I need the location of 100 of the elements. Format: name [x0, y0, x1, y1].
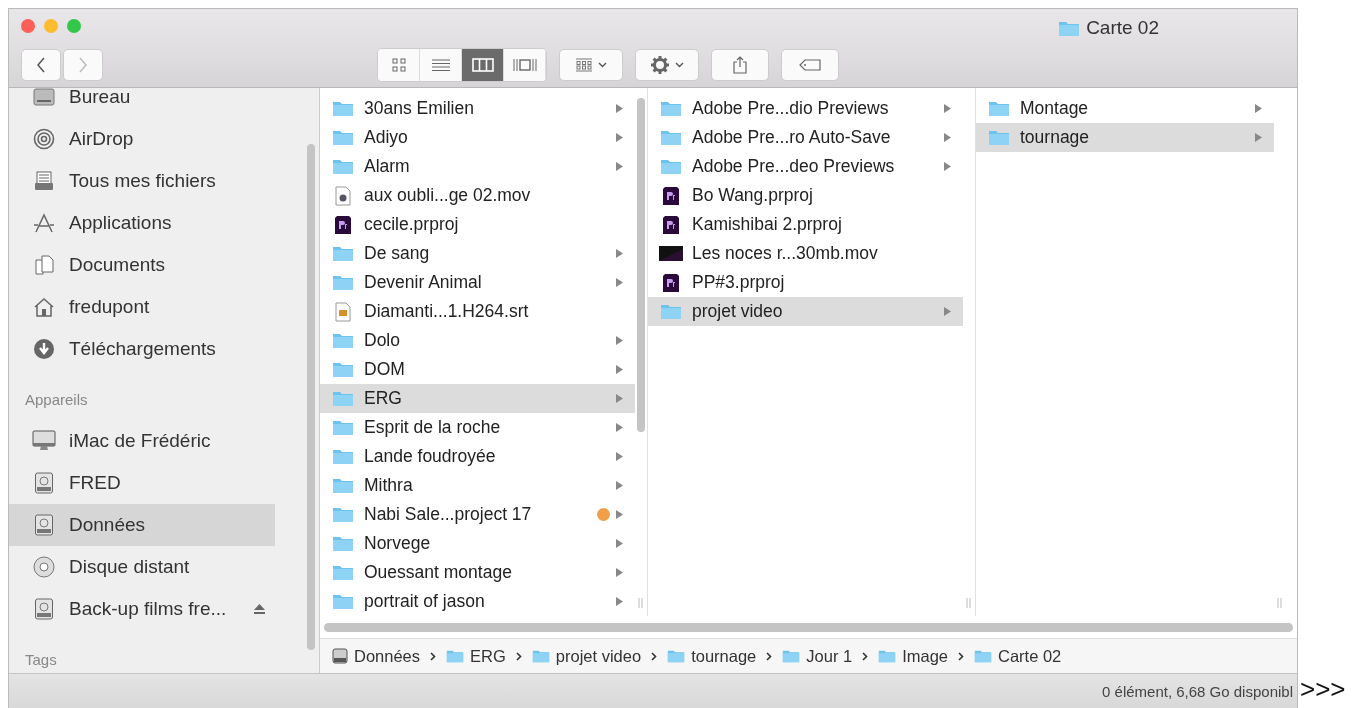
file-row[interactable]: Norvege [320, 529, 635, 558]
disclosure-arrow-icon [616, 104, 623, 113]
file-row[interactable]: Alarm [320, 152, 635, 181]
home-icon [33, 297, 55, 317]
eject-icon[interactable] [254, 604, 265, 614]
file-row[interactable]: Lande foudroyée [320, 442, 635, 471]
sidebar-item[interactable]: Téléchargements [9, 328, 275, 370]
overlay-text: >>> [1300, 674, 1346, 705]
subtitle-file-icon [335, 301, 351, 322]
disclosure-arrow-icon [616, 278, 623, 287]
tag-button[interactable] [781, 49, 839, 81]
file-row[interactable]: Dolo [320, 326, 635, 355]
file-row[interactable]: Bo Wang.prproj [648, 181, 963, 210]
applications-icon [33, 213, 55, 233]
sidebar-item[interactable]: iMac de Frédéric [9, 420, 275, 462]
path-item[interactable]: projet video [555, 646, 642, 666]
file-row[interactable]: Diamanti...1.H264.srt [320, 297, 635, 326]
file-row[interactable]: DOM [320, 355, 635, 384]
file-row[interactable]: Nabi Sale...project 17 [320, 500, 635, 529]
file-row[interactable]: ERG [320, 384, 635, 413]
scrollbar[interactable] [637, 98, 645, 432]
resize-handle-icon[interactable] [966, 598, 971, 608]
file-row[interactable]: cecile.prproj [320, 210, 635, 239]
file-row[interactable]: 30ans Emilien [320, 94, 635, 123]
close-button[interactable] [21, 19, 35, 33]
status-text: 0 élément, 6,68 Go disponibl [1102, 682, 1293, 700]
disclosure-arrow-icon [1255, 133, 1262, 142]
file-row[interactable]: Devenir Animal [320, 268, 635, 297]
back-button[interactable] [21, 49, 61, 81]
folder-icon [332, 158, 354, 175]
file-row[interactable]: Adobe Pre...deo Previews [648, 152, 963, 181]
file-row[interactable]: aux oubli...ge 02.mov [320, 181, 635, 210]
chevron-down-icon [597, 62, 607, 68]
folder-icon [332, 100, 354, 117]
video-thumbnail-icon [659, 246, 683, 261]
resize-handle-icon[interactable] [1277, 598, 1282, 608]
disclosure-arrow-icon [944, 104, 951, 113]
folder-icon [660, 100, 682, 117]
sidebar-item[interactable]: Tous mes fichiers [9, 160, 275, 202]
download-icon [33, 338, 55, 360]
computer-icon [32, 430, 56, 452]
share-button[interactable] [711, 49, 769, 81]
disclosure-arrow-icon [616, 481, 623, 490]
forward-button[interactable] [63, 49, 103, 81]
path-item[interactable]: ERG [470, 646, 506, 666]
file-row[interactable]: PP#3.prproj [648, 268, 963, 297]
sidebar-item[interactable]: fredupont [9, 286, 275, 328]
icon-view-icon [391, 58, 406, 72]
view-mode-button[interactable] [462, 49, 504, 81]
sidebar-heading: Tags [24, 649, 58, 670]
file-row[interactable]: Adobe Pre...dio Previews [648, 94, 963, 123]
disc-icon [33, 556, 55, 578]
disclosure-arrow-icon [616, 539, 623, 548]
action-button[interactable] [635, 49, 699, 81]
file-row[interactable]: portrait of jason [320, 587, 635, 616]
file-row[interactable]: Les noces r...30mb.mov [648, 239, 963, 268]
disclosure-arrow-icon [616, 510, 623, 519]
zoom-button[interactable] [67, 19, 81, 33]
file-row[interactable]: Adobe Pre...ro Auto-Save [648, 123, 963, 152]
folder-icon [332, 593, 354, 610]
sidebar-item[interactable]: FRED [9, 462, 275, 504]
premiere-file-icon [663, 215, 679, 234]
folder-icon [660, 158, 682, 175]
chevron-right-icon [651, 651, 658, 661]
file-row[interactable]: De sang [320, 239, 635, 268]
scrollbar[interactable] [324, 622, 1293, 632]
path-item[interactable]: Image [902, 646, 948, 666]
file-row[interactable]: Esprit de la roche [320, 413, 635, 442]
sidebar-item[interactable]: Back-up films fre... [9, 588, 275, 630]
folder-icon [332, 535, 354, 552]
file-row[interactable]: Adiyo [320, 123, 635, 152]
sidebar-item[interactable]: Documents [9, 244, 275, 286]
sidebar-item[interactable]: Bureau [9, 88, 275, 118]
file-row[interactable]: Ouessant montage [320, 558, 635, 587]
file-row[interactable]: projet video [648, 297, 963, 326]
disclosure-arrow-icon [616, 336, 623, 345]
path-item[interactable]: Données [354, 646, 421, 666]
window-title: Carte 02 [1086, 17, 1159, 39]
sidebar-item[interactable]: Applications [9, 202, 275, 244]
file-row[interactable]: Montage [976, 94, 1274, 123]
path-item[interactable]: Carte 02 [998, 646, 1062, 666]
minimize-button[interactable] [44, 19, 58, 33]
resize-handle-icon[interactable] [638, 598, 643, 608]
sidebar-item[interactable]: Données [9, 504, 275, 546]
file-row[interactable]: tournage [976, 123, 1274, 152]
file-row[interactable]: Mithra [320, 471, 635, 500]
arrange-button[interactable] [559, 49, 623, 81]
folder-icon [332, 129, 354, 146]
scrollbar[interactable] [307, 144, 315, 650]
premiere-file-icon [335, 215, 351, 234]
sidebar-item[interactable]: Disque distant [9, 546, 275, 588]
list-view-icon [431, 58, 450, 72]
sidebar-item[interactable]: AirDrop [9, 118, 275, 160]
folder-icon [332, 506, 354, 523]
file-tray-icon [34, 171, 54, 191]
folder-icon [531, 649, 550, 663]
path-item[interactable]: Jour 1 [806, 646, 853, 666]
path-item[interactable]: tournage [691, 646, 757, 666]
file-row[interactable]: Kamishibai 2.prproj [648, 210, 963, 239]
disclosure-arrow-icon [616, 597, 623, 606]
